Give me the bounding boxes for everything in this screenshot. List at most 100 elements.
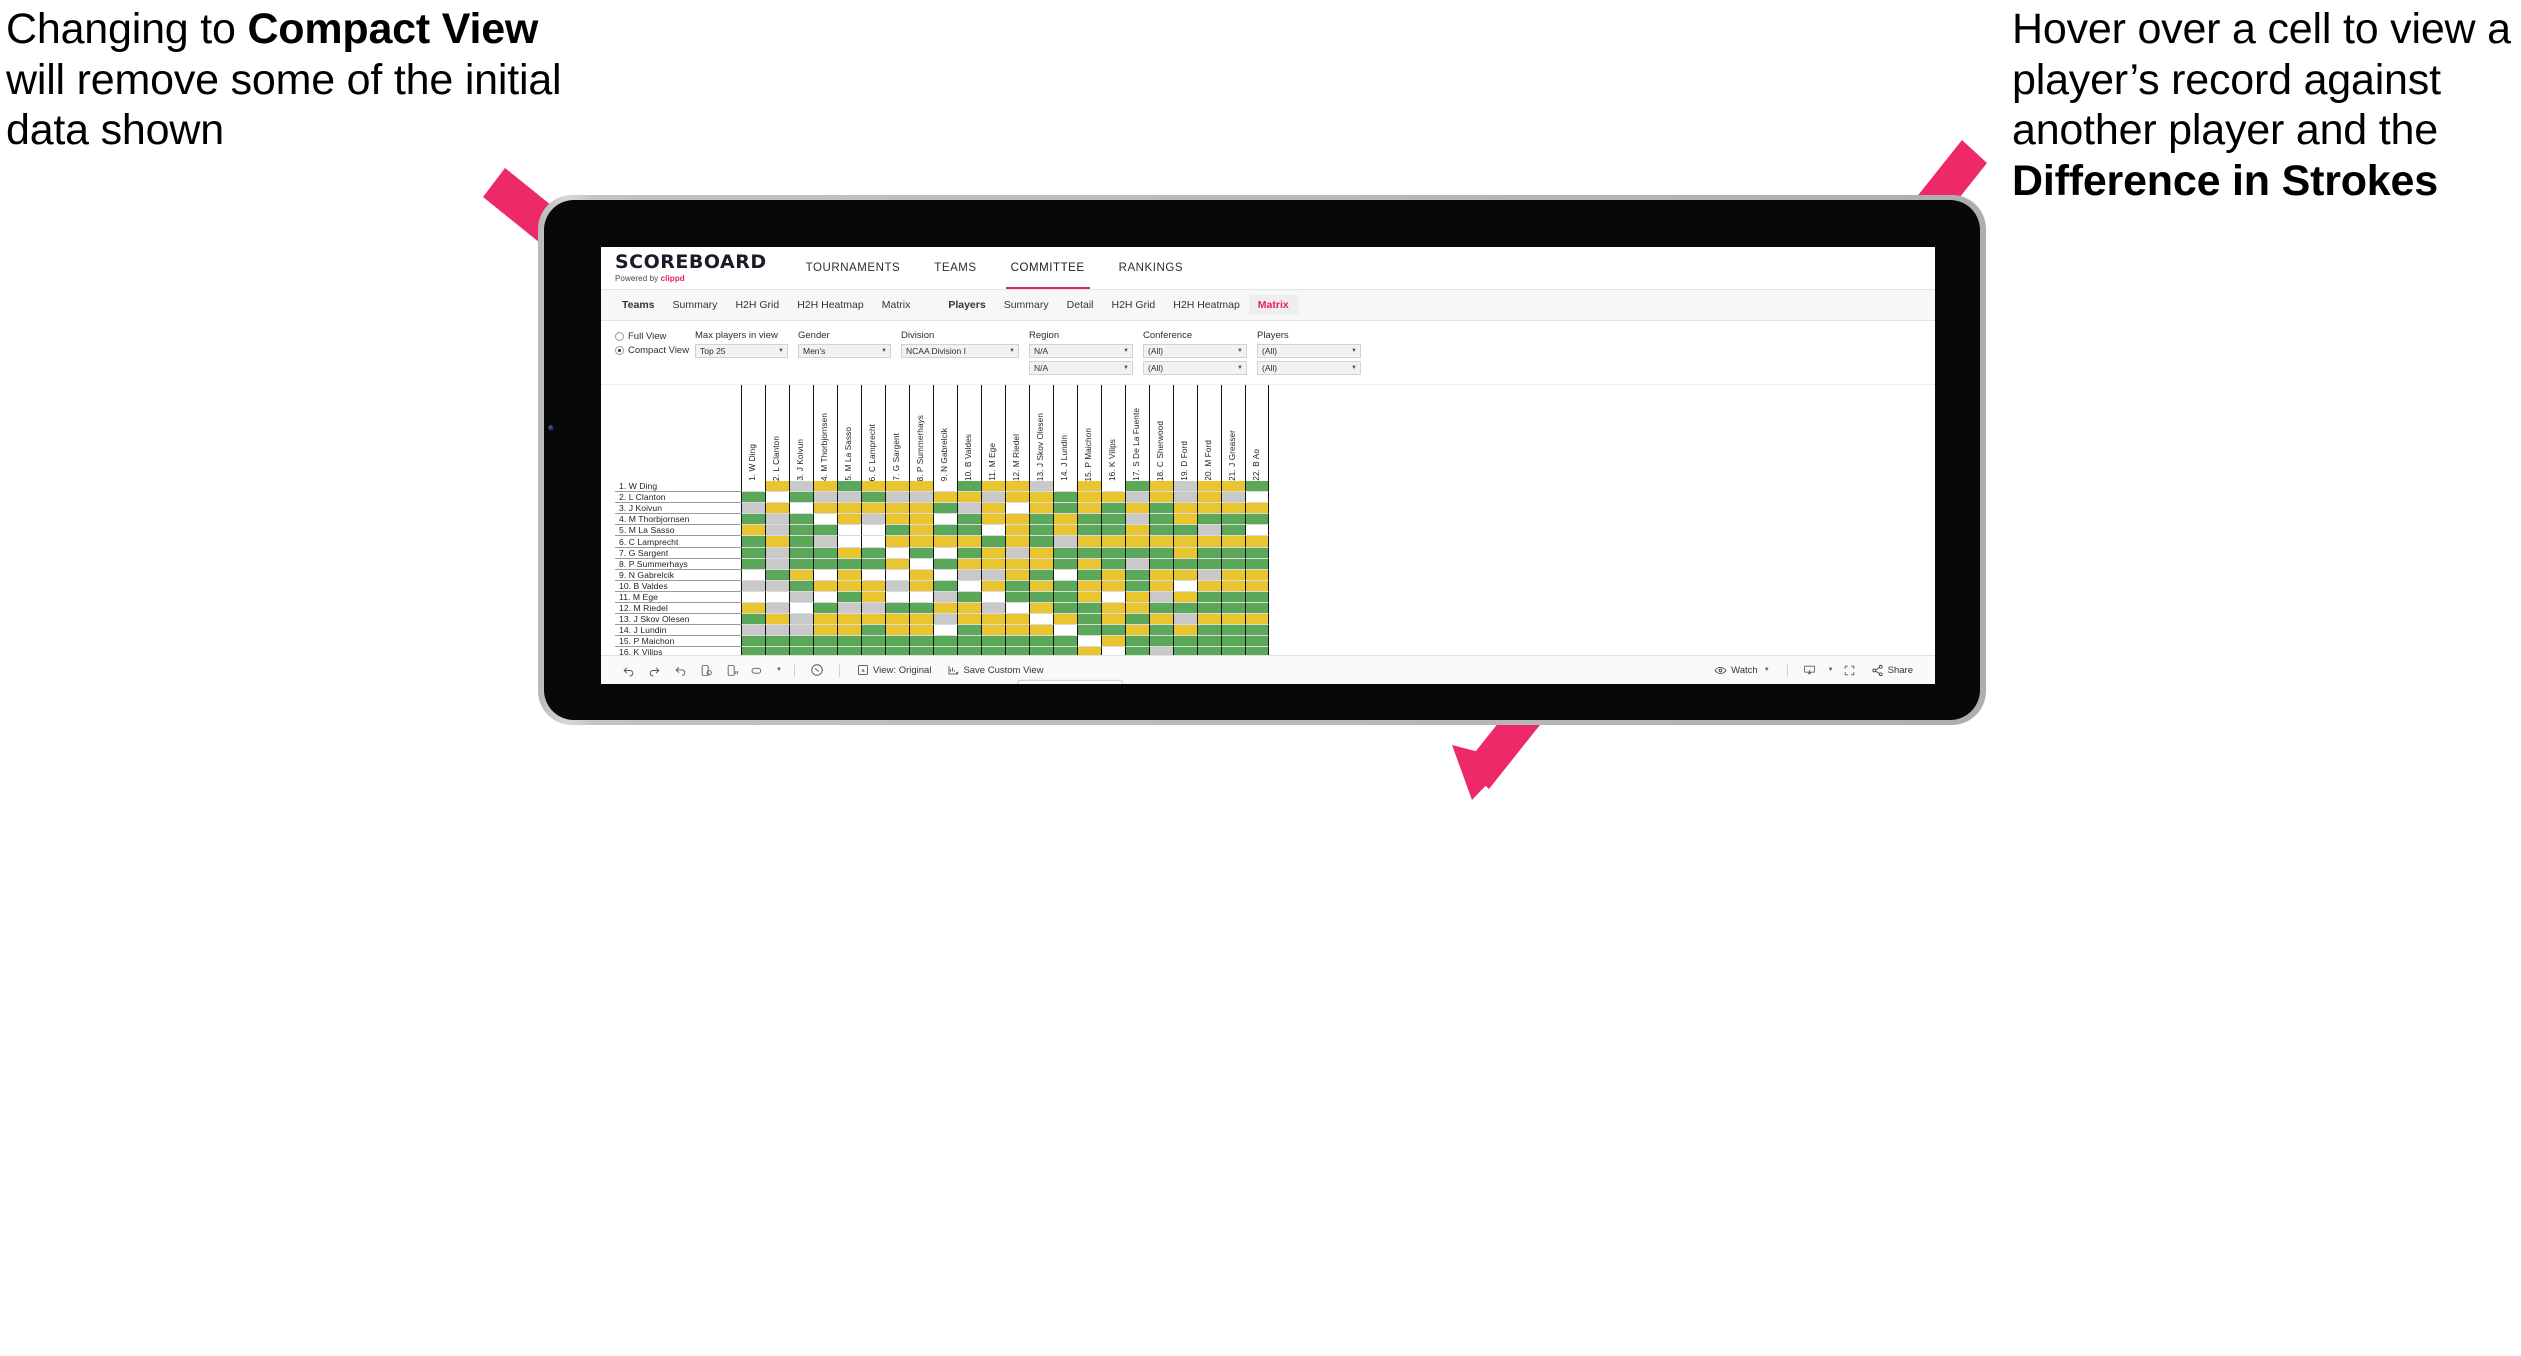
matrix-cell[interactable] [741,636,765,648]
matrix-cell[interactable] [1125,503,1149,515]
matrix-cell[interactable] [981,492,1005,504]
matrix-cell[interactable] [1005,492,1029,504]
subnav-players-h2h-grid[interactable]: H2H Grid [1103,295,1165,315]
matrix-cell[interactable] [1125,525,1149,537]
matrix-cell[interactable] [1149,558,1173,570]
matrix-cell[interactable] [789,603,813,615]
matrix-cell[interactable] [1053,525,1077,537]
matrix-cell[interactable] [861,625,885,637]
matrix-cell[interactable] [909,525,933,537]
matrix-cell[interactable] [741,481,765,493]
matrix-cell[interactable] [789,503,813,515]
matrix-cell[interactable] [1077,614,1101,626]
matrix-cell[interactable] [813,514,837,526]
matrix-cell[interactable] [957,591,981,604]
matrix-cell[interactable] [861,492,885,504]
matrix-cell[interactable] [813,614,837,626]
matrix-body[interactable]: 1. W Ding 2. L Clanton 3. J Koivun 4. M Tho… [615,481,1935,684]
matrix-cell[interactable] [981,558,1005,570]
matrix-cell[interactable] [1005,614,1029,626]
matrix-cell[interactable] [789,558,813,570]
matrix-cell[interactable] [1029,503,1053,515]
matrix-cell[interactable] [1029,481,1053,493]
matrix-cell[interactable] [885,503,909,515]
device-layout-caret-icon[interactable]: ▼ [771,659,785,681]
matrix-cell[interactable] [1245,625,1269,637]
matrix-cell[interactable] [1149,536,1173,548]
matrix-cell[interactable] [765,580,789,592]
matrix-cell[interactable] [1173,603,1197,615]
matrix-cell[interactable] [1029,514,1053,526]
matrix-cell[interactable] [1053,481,1077,493]
matrix-cell[interactable] [933,636,957,648]
matrix-cell[interactable] [1245,481,1269,493]
view-original-button[interactable]: a View: Original [849,659,939,681]
subnav-teams-summary[interactable]: Summary [664,295,727,315]
matrix-cell[interactable] [1245,636,1269,648]
matrix-cell[interactable] [837,492,861,504]
matrix-cell[interactable] [1101,614,1125,626]
matrix-cell[interactable] [1149,514,1173,526]
matrix-cell[interactable] [813,525,837,537]
matrix-cell[interactable] [1053,536,1077,548]
matrix-cell[interactable] [861,580,885,592]
filter-region-select-2[interactable]: N/A ▼ [1029,361,1133,375]
download-icon[interactable] [1797,659,1823,681]
matrix-cell[interactable] [957,525,981,537]
undo-icon[interactable] [615,659,641,681]
matrix-cell[interactable] [1245,558,1269,570]
matrix-cell[interactable] [885,492,909,504]
matrix-cell[interactable] [1053,614,1077,626]
matrix-cell[interactable] [1077,547,1101,559]
matrix-cell[interactable] [813,558,837,570]
matrix-cell[interactable] [981,603,1005,615]
matrix-cell[interactable] [1005,525,1029,537]
matrix-cell[interactable] [1053,580,1077,592]
matrix-cell[interactable] [981,580,1005,592]
matrix-cell[interactable] [1101,536,1125,548]
matrix-cell[interactable] [909,603,933,615]
matrix-cell[interactable] [1125,536,1149,548]
matrix-cell[interactable] [837,591,861,604]
matrix-cell[interactable] [1029,558,1053,570]
matrix-cell[interactable] [1077,536,1101,548]
matrix-cell[interactable] [1125,569,1149,581]
matrix-cell[interactable] [1173,591,1197,604]
matrix-cell[interactable] [1077,580,1101,592]
matrix-cell[interactable] [813,503,837,515]
matrix-cell[interactable] [933,603,957,615]
matrix-cell[interactable] [1197,547,1221,559]
matrix-cell[interactable] [1005,569,1029,581]
matrix-cell[interactable] [1221,558,1245,570]
matrix-cell[interactable] [885,525,909,537]
matrix-cell[interactable] [741,569,765,581]
matrix-cell[interactable] [741,514,765,526]
matrix-cell[interactable] [837,514,861,526]
matrix-cell[interactable] [909,536,933,548]
matrix-cell[interactable] [981,547,1005,559]
matrix-cell[interactable] [1221,503,1245,515]
matrix-cell[interactable] [1125,580,1149,592]
matrix-cell[interactable] [1053,558,1077,570]
matrix-cell[interactable] [981,536,1005,548]
matrix-cell[interactable] [789,636,813,648]
matrix-cell[interactable] [957,536,981,548]
matrix-cell[interactable] [981,625,1005,637]
matrix-cell[interactable] [909,614,933,626]
filter-region-select-1[interactable]: N/A ▼ [1029,344,1133,358]
matrix-cell[interactable] [837,481,861,493]
matrix-cell[interactable] [1197,603,1221,615]
matrix-cell[interactable] [861,547,885,559]
matrix-cell[interactable] [861,569,885,581]
matrix-cell[interactable] [1173,503,1197,515]
matrix-cell[interactable] [789,481,813,493]
matrix-cell[interactable] [1149,625,1173,637]
matrix-cell[interactable] [813,625,837,637]
matrix-cell[interactable] [1221,481,1245,493]
matrix-cell[interactable] [1149,591,1173,604]
matrix-cell[interactable] [1173,580,1197,592]
matrix-cell[interactable] [789,492,813,504]
matrix-cell[interactable] [1077,591,1101,604]
matrix-cell[interactable] [1173,569,1197,581]
matrix-cell[interactable] [1125,558,1149,570]
